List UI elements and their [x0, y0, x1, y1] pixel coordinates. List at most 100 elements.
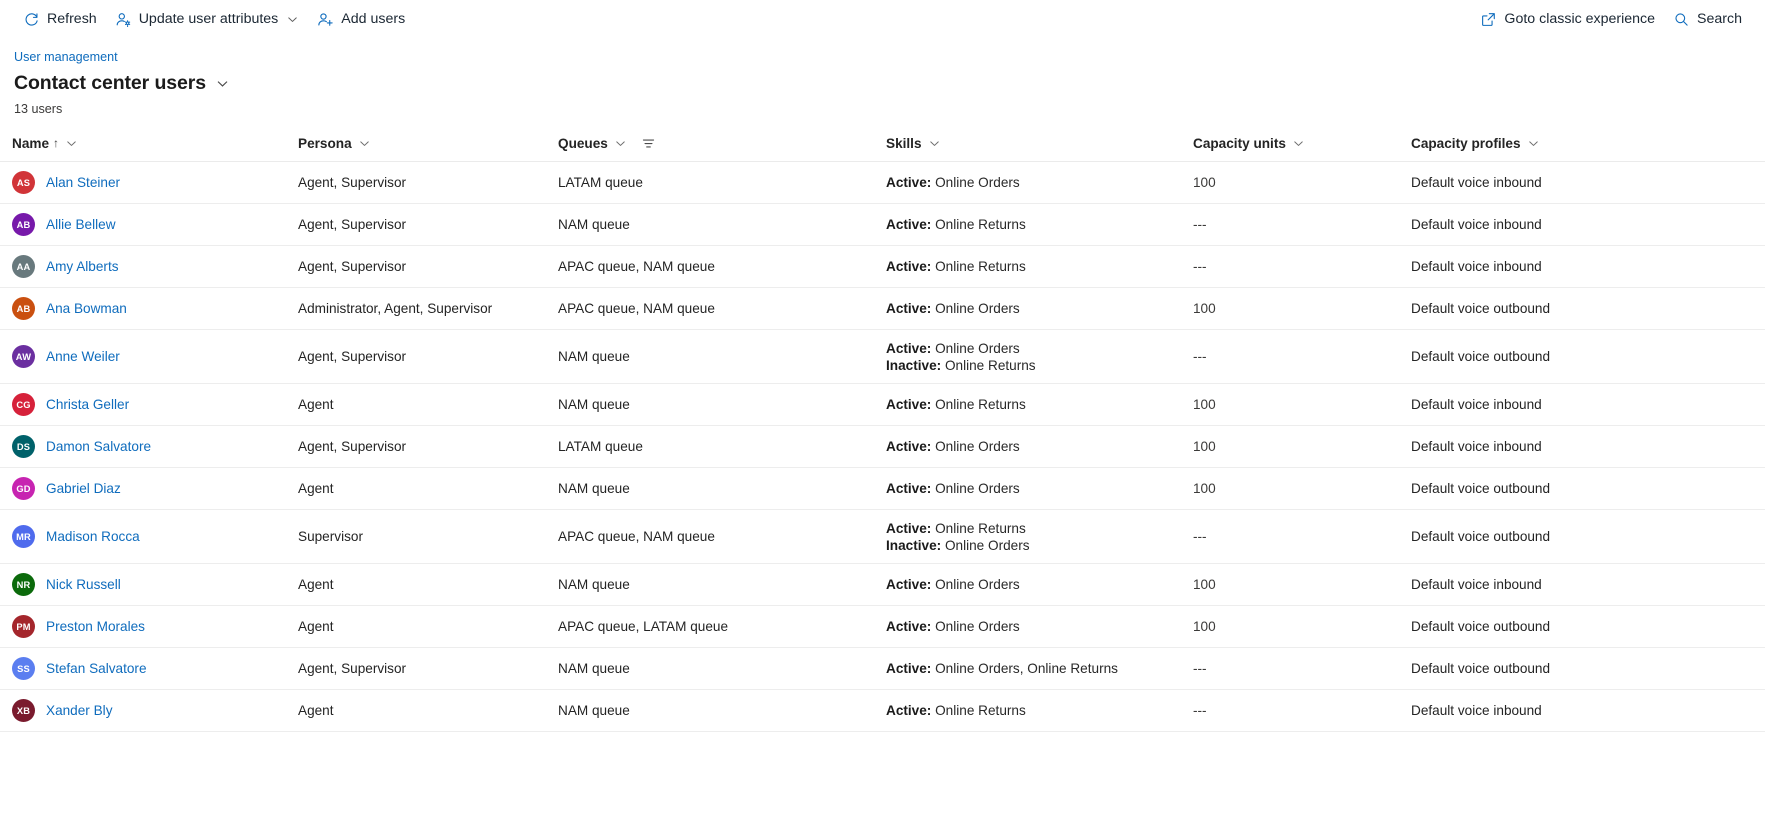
avatar: AB [12, 297, 35, 320]
cell-name: AS Alan Steiner [0, 161, 298, 204]
skill-line: Active: Online Orders [886, 300, 1181, 317]
queues-value: NAM queue [558, 217, 630, 232]
user-name-link[interactable]: Allie Bellew [46, 217, 116, 232]
column-header-name[interactable]: Name ↑ [0, 132, 298, 162]
table-row[interactable]: DS Damon Salvatore Agent, Supervisor LATA… [0, 425, 1765, 468]
user-name-link[interactable]: Amy Alberts [46, 259, 119, 274]
cell-skills: Active: Online Orders [886, 161, 1193, 204]
refresh-icon [23, 11, 40, 28]
table-row[interactable]: CG Christa Geller Agent NAM queue Active: … [0, 383, 1765, 426]
toolbar-button-goto-classic-experience[interactable]: Goto classic experience [1471, 5, 1664, 34]
cell-capacity-profiles: Default voice inbound [1411, 161, 1765, 204]
chevron-down-icon[interactable] [215, 76, 230, 91]
queues-value: NAM queue [558, 661, 630, 676]
table-row[interactable]: NR Nick Russell Agent NAM queue Active: On… [0, 563, 1765, 606]
table-row[interactable]: PM Preston Morales Agent APAC queue, LATA… [0, 605, 1765, 648]
avatar: XB [12, 699, 35, 722]
page-heading: User management Contact center users 13 … [0, 39, 1765, 118]
chevron-down-icon[interactable] [1527, 137, 1540, 150]
column-header-inner-queues[interactable]: Queues [558, 132, 886, 154]
table-row[interactable]: AB Ana Bowman Administrator, Agent, Supe… [0, 287, 1765, 330]
chevron-down-icon[interactable] [614, 137, 627, 150]
column-header-skills[interactable]: Skills [886, 132, 1193, 162]
table-row[interactable]: SS Stefan Salvatore Agent, Supervisor NAM… [0, 647, 1765, 690]
user-name-link[interactable]: Christa Geller [46, 397, 129, 412]
toolbar-button-update-user-attributes[interactable]: Update user attributes [106, 5, 309, 34]
queues-value: APAC queue, NAM queue [558, 529, 715, 544]
cell-persona: Agent, Supervisor [298, 161, 558, 204]
cell-skills: Active: Online Returns Inactive: Online O… [886, 509, 1193, 564]
toolbar-button-refresh[interactable]: Refresh [14, 5, 106, 34]
column-header-persona[interactable]: Persona [298, 132, 558, 162]
skills-value: Active: Online Orders [886, 170, 1193, 195]
skill-state: Active: [886, 259, 932, 274]
skill-state: Active: [886, 397, 932, 412]
table-row[interactable]: AA Amy Alberts Agent, Supervisor APAC que… [0, 245, 1765, 288]
chevron-down-icon[interactable] [286, 13, 299, 26]
capacity-units-value: 100 [1193, 481, 1216, 496]
cell-queues: NAM queue [558, 647, 886, 690]
skill-names: Online Orders [935, 619, 1020, 634]
user-name-link[interactable]: Stefan Salvatore [46, 661, 147, 676]
skill-names: Online Returns [944, 357, 1036, 373]
table-row[interactable]: XB Xander Bly Agent NAM queue Active: Onli… [0, 689, 1765, 732]
table-row[interactable]: MR Madison Rocca Supervisor APAC queue, N… [0, 509, 1765, 564]
column-header-inner-profiles[interactable]: Capacity profiles [1411, 132, 1765, 154]
table-header: Name ↑ Persona Queues Skills Capacity units Ca… [0, 132, 1765, 162]
table-row[interactable]: AB Allie Bellew Agent, Supervisor NAM que… [0, 203, 1765, 246]
user-name-link[interactable]: Madison Rocca [46, 529, 140, 544]
column-header-units[interactable]: Capacity units [1193, 132, 1411, 162]
skill-state: Active: [886, 481, 932, 496]
breadcrumb-user-management[interactable]: User management [14, 49, 118, 66]
capacity-units-value: 100 [1193, 619, 1216, 634]
user-name-link[interactable]: Anne Weiler [46, 349, 120, 364]
user-name-link[interactable]: Ana Bowman [46, 301, 127, 316]
page-title: Contact center users [14, 72, 206, 94]
chevron-down-icon[interactable] [928, 137, 941, 150]
user-name-link[interactable]: Preston Morales [46, 619, 145, 634]
chevron-down-icon[interactable] [358, 137, 371, 150]
cell-capacity-units: 100 [1193, 605, 1411, 648]
cell-capacity-profiles: Default voice outbound [1411, 509, 1765, 564]
chevron-down-icon[interactable] [65, 137, 78, 150]
toolbar-button-label: Refresh [47, 11, 97, 27]
skill-state: Active: [886, 175, 932, 190]
user-name-link[interactable]: Gabriel Diaz [46, 481, 121, 496]
cell-capacity-profiles: Default voice outbound [1411, 647, 1765, 690]
persona-value: Agent, Supervisor [298, 217, 407, 232]
skill-state: Active: [886, 340, 932, 356]
user-name-link[interactable]: Alan Steiner [46, 175, 120, 190]
cell-queues: APAC queue, NAM queue [558, 287, 886, 330]
column-header-inner-name[interactable]: Name ↑ [12, 132, 298, 154]
toolbar-button-add-users[interactable]: Add users [308, 5, 414, 34]
avatar: DS [12, 435, 35, 458]
capacity-profiles-value: Default voice outbound [1411, 529, 1551, 544]
user-name-link[interactable]: Xander Bly [46, 703, 113, 718]
column-header-inner-units[interactable]: Capacity units [1193, 132, 1411, 154]
column-header-queues[interactable]: Queues [558, 132, 886, 162]
column-header-inner-skills[interactable]: Skills [886, 132, 1193, 154]
skill-state: Active: [886, 301, 932, 316]
persona-value: Agent, Supervisor [298, 661, 407, 676]
table-row[interactable]: AS Alan Steiner Agent, Supervisor LATAM q… [0, 161, 1765, 204]
capacity-units-value: --- [1193, 217, 1207, 232]
command-bar: Refresh Update user attributes Add users G… [0, 0, 1765, 39]
table-row[interactable]: GD Gabriel Diaz Agent NAM queue Active: On… [0, 467, 1765, 510]
toolbar-button-search[interactable]: Search [1664, 5, 1751, 34]
queues-value: APAC queue, NAM queue [558, 259, 715, 274]
chevron-down-icon[interactable] [1292, 137, 1305, 150]
cell-name: AB Allie Bellew [0, 203, 298, 246]
user-name-link[interactable]: Nick Russell [46, 577, 121, 592]
filter-icon[interactable] [641, 136, 656, 151]
toolbar-button-label: Goto classic experience [1504, 11, 1656, 27]
cell-capacity-units: 100 [1193, 161, 1411, 204]
column-header-profiles[interactable]: Capacity profiles [1411, 132, 1765, 162]
cell-skills: Active: Online Orders [886, 605, 1193, 648]
skill-line: Inactive: Online Orders [886, 537, 1181, 554]
page-title-row: Contact center users [14, 70, 1765, 96]
table-row[interactable]: AW Anne Weiler Agent, Supervisor NAM queu… [0, 329, 1765, 384]
column-header-inner-persona[interactable]: Persona [298, 132, 558, 154]
capacity-profiles-value: Default voice inbound [1411, 217, 1542, 232]
skills-value: Active: Online Orders [886, 296, 1193, 321]
user-name-link[interactable]: Damon Salvatore [46, 439, 151, 454]
